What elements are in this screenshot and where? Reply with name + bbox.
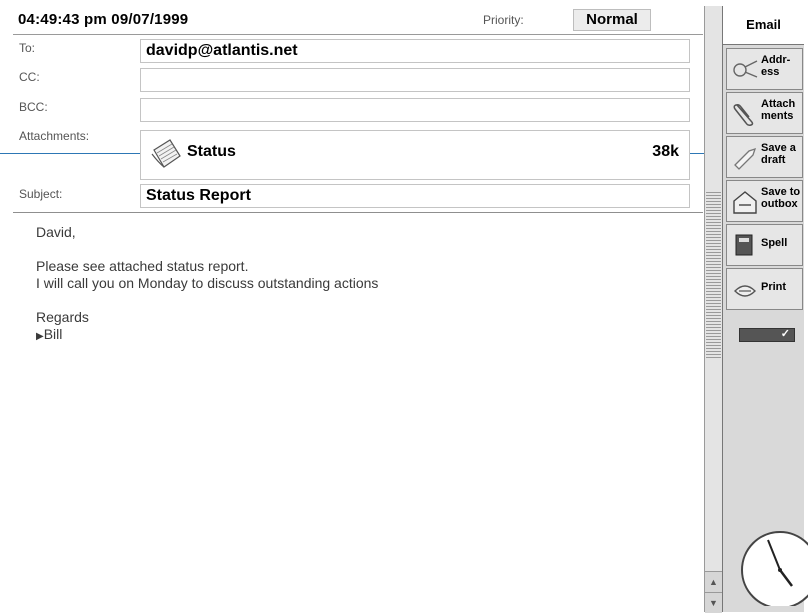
scroll-down-icon[interactable]: ▼ <box>705 592 722 613</box>
subject-value: Status Report <box>146 187 251 204</box>
save-outbox-button[interactable]: Save to outbox <box>726 180 803 222</box>
print-button-label: Print <box>761 281 787 293</box>
attachment-size: 38k <box>652 143 679 160</box>
clock-icon <box>741 531 808 606</box>
attachments-field[interactable]: Status 38k <box>140 130 690 180</box>
cc-label: CC: <box>19 70 40 84</box>
address-button[interactable]: Addr- ess <box>726 48 803 90</box>
subject-field[interactable]: Status Report <box>140 184 690 208</box>
spell-check-icon <box>735 234 753 256</box>
scrollbar-thumb[interactable] <box>706 192 721 362</box>
spell-button-label: Spell <box>761 237 788 249</box>
to-value: davidp@atlantis.net <box>146 42 298 59</box>
address-book-icon <box>733 60 758 78</box>
save-draft-button-label: Save a draft <box>761 142 796 166</box>
save-draft-button[interactable]: Save a draft <box>726 136 803 178</box>
timestamp: 04:49:43 pm 09/07/1999 <box>18 11 189 28</box>
subject-label: Subject: <box>19 187 63 201</box>
document-icon[interactable] <box>148 136 184 172</box>
email-composer: 04:49:43 pm 09/07/1999 Priority: Normal … <box>13 6 808 613</box>
header-divider <box>13 212 703 213</box>
save-draft-icon <box>734 147 757 170</box>
toolbar-title: Email <box>723 6 804 45</box>
paperclip-icon <box>733 104 754 126</box>
attachments-button-label: Attach ments <box>761 98 796 122</box>
text-cursor-icon: ▶ <box>36 331 44 342</box>
message-text: David, Please see attached status report… <box>36 224 379 325</box>
to-field[interactable]: davidp@atlantis.net <box>140 39 690 63</box>
save-outbox-button-label: Save to outbox <box>761 186 801 210</box>
vertical-scrollbar[interactable]: ▲ ▼ <box>704 6 723 613</box>
bcc-label: BCC: <box>19 100 48 114</box>
print-icon <box>734 285 756 297</box>
attachments-button[interactable]: Attach ments <box>726 92 803 134</box>
priority-label: Priority: <box>483 13 524 27</box>
message-body[interactable]: David, Please see attached status report… <box>36 224 378 345</box>
to-label: To: <box>19 41 36 55</box>
spell-button[interactable]: Spell <box>726 224 803 266</box>
print-button[interactable]: Print <box>726 268 803 310</box>
header-bar: 04:49:43 pm 09/07/1999 Priority: Normal <box>13 6 703 35</box>
toolbar: Email Addr- ess Attach ments Save a draf… <box>722 6 804 612</box>
battery-icon: ✓ <box>739 328 795 342</box>
priority-dropdown[interactable]: Normal <box>573 9 651 31</box>
scroll-up-icon[interactable]: ▲ <box>705 571 722 592</box>
cc-field[interactable] <box>140 68 690 92</box>
message-signature: Bill <box>43 326 63 342</box>
bcc-field[interactable] <box>140 98 690 122</box>
outbox-icon <box>733 191 757 214</box>
attachment-name[interactable]: Status <box>187 143 236 161</box>
address-button-label: Addr- ess <box>761 54 791 78</box>
attachments-label: Attachments: <box>19 129 90 143</box>
